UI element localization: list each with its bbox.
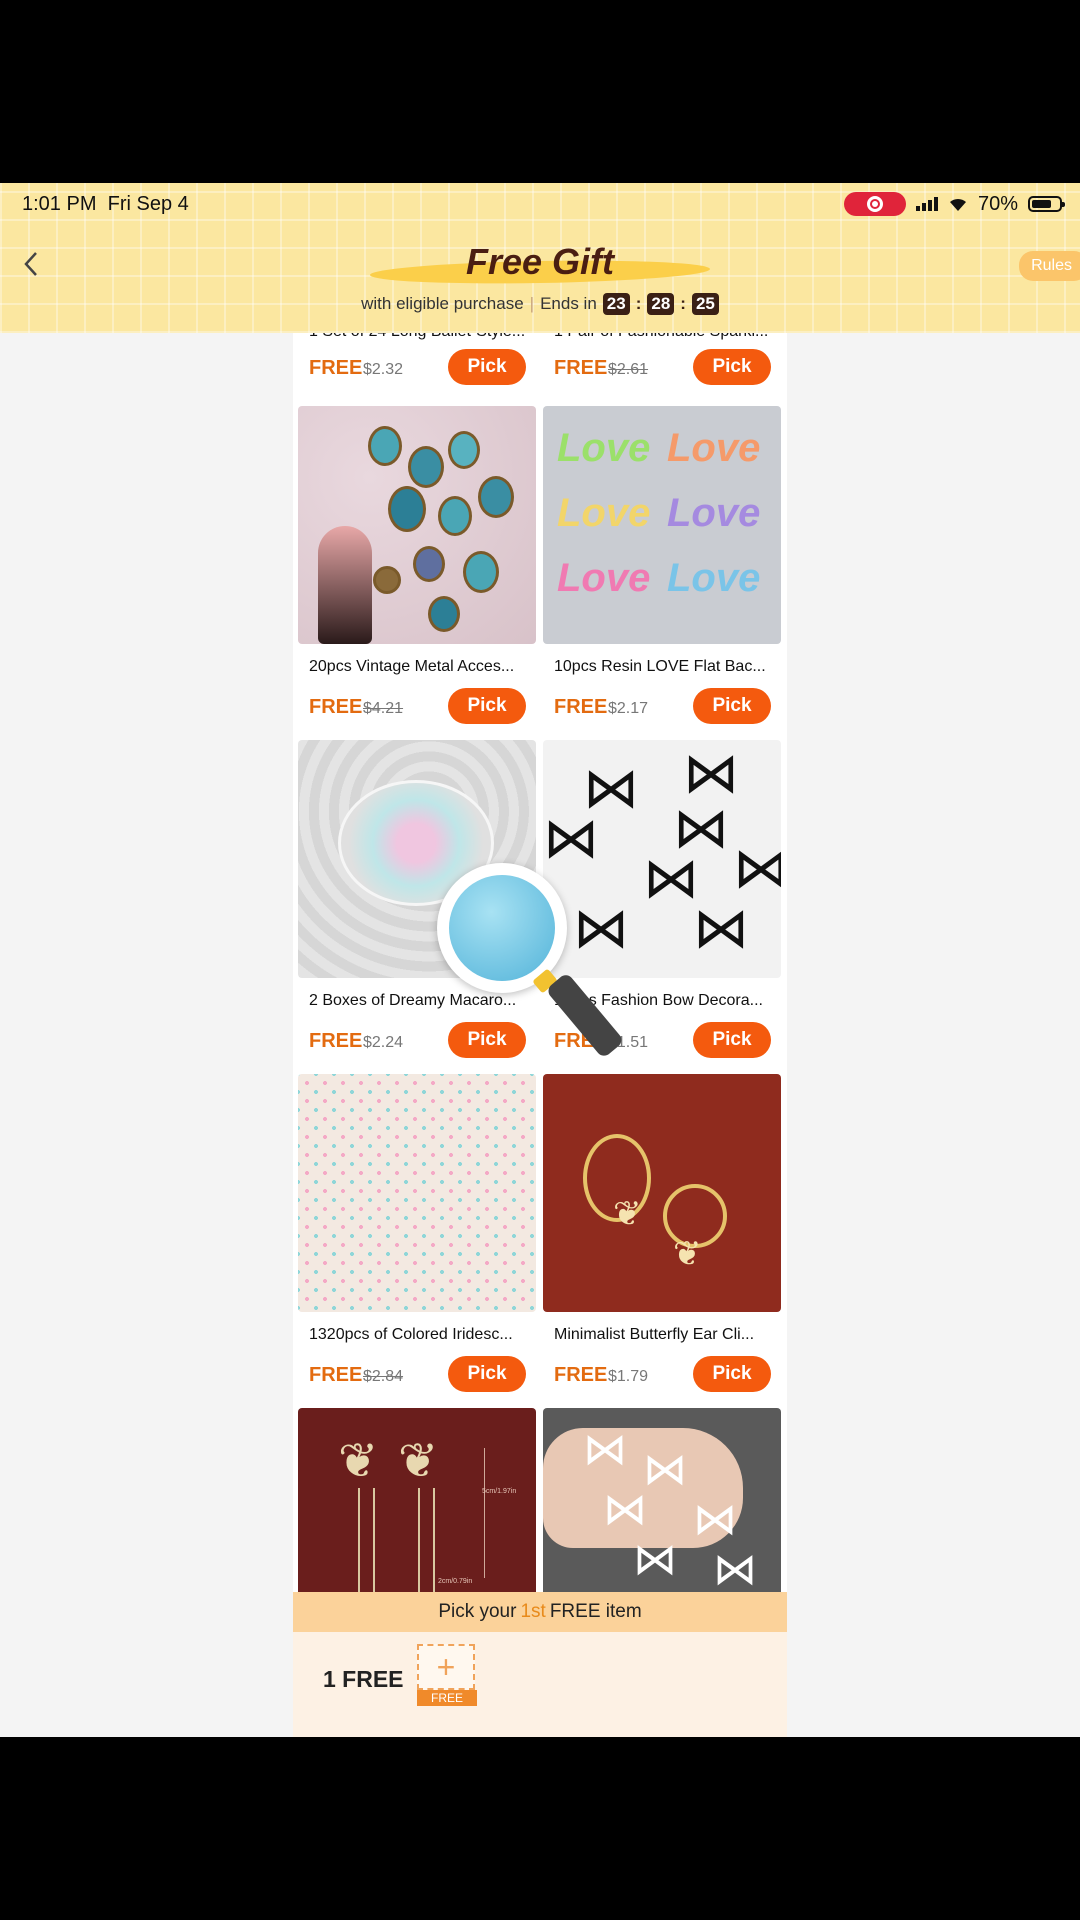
product-image[interactable]: ⋈ ⋈ ⋈ ⋈ ⋈ ⋈ ⋈ ⋈ xyxy=(543,740,781,978)
magnifier-icon[interactable] xyxy=(437,863,625,1063)
free-label: FREE xyxy=(309,1364,363,1386)
dimension-label: 2cm/0.79in xyxy=(438,1578,473,1585)
page-title-wrap: Free Gift xyxy=(369,241,711,286)
selection-panel: 1 FREE + FREE xyxy=(293,1632,787,1737)
product-name: 1320pcs of Colored Iridesc... xyxy=(309,1326,513,1343)
original-price: $2.84 xyxy=(363,1368,404,1385)
timer-minutes: 28 xyxy=(647,293,675,315)
battery-percent: 70% xyxy=(977,192,1018,215)
product-card[interactable]: ❦ ❦ Minimalist Butterfly Ear Cli... FREE… xyxy=(543,1074,781,1392)
free-label: FREE xyxy=(554,1364,608,1386)
dimension-label: 5cm/1.97in xyxy=(482,1488,517,1495)
product-image[interactable]: ❦ ❦ xyxy=(543,1074,781,1312)
original-price: $2.32 xyxy=(363,361,404,378)
product-image[interactable]: Love Love Love Love Love Love xyxy=(543,406,781,644)
pick-banner: Pick your 1st FREE item xyxy=(293,1592,787,1632)
wifi-icon xyxy=(949,198,966,211)
header-subtitle: with eligible purchase | Ends in 23 : 28… xyxy=(0,293,1080,315)
free-count: 1 FREE xyxy=(323,1666,404,1692)
original-price: $2.61 xyxy=(608,361,649,378)
free-label: FREE xyxy=(309,1030,363,1052)
rules-button[interactable]: Rules xyxy=(1019,251,1080,281)
product-card[interactable]: 1320pcs of Colored Iridesc... FREE $2.84… xyxy=(298,1074,536,1392)
product-card[interactable]: Love Love Love Love Love Love 10pcs Resi… xyxy=(543,406,781,724)
free-label: FREE xyxy=(554,357,608,379)
pick-button[interactable]: Pick xyxy=(693,349,771,385)
divider: | xyxy=(529,294,535,313)
battery-icon xyxy=(1028,196,1065,212)
pick-button[interactable]: Pick xyxy=(693,1356,771,1392)
pick-button[interactable]: Pick xyxy=(448,1356,526,1392)
product-card[interactable]: ⋈ ⋈ ⋈ ⋈ ⋈ ⋈ ⋈ ⋈ 10pcs Fashion Bow Decora… xyxy=(543,740,781,1058)
chevron-left-icon xyxy=(24,252,37,276)
pick-button[interactable]: Pick xyxy=(693,688,771,724)
pick-button[interactable]: Pick xyxy=(693,1022,771,1058)
pick-button[interactable]: Pick xyxy=(448,688,526,724)
free-label: FREE xyxy=(309,357,363,379)
cellular-signal-icon xyxy=(915,197,938,211)
timer-seconds: 25 xyxy=(691,293,719,315)
slot-free-label: FREE xyxy=(417,1690,477,1706)
back-button[interactable] xyxy=(16,249,46,279)
free-label: FREE xyxy=(554,696,608,718)
screen-record-icon xyxy=(843,192,906,216)
product-name: 10pcs Resin LOVE Flat Bac... xyxy=(554,658,766,675)
product-image[interactable] xyxy=(298,1074,536,1312)
original-price: $2.17 xyxy=(608,700,649,717)
original-price: $2.24 xyxy=(363,1034,404,1051)
status-time: 1:01 PM Fri Sep 4 xyxy=(22,193,189,215)
add-gift-slot[interactable]: + xyxy=(417,1644,475,1690)
product-card[interactable]: 20pcs Vintage Metal Acces... FREE $4.21 … xyxy=(298,406,536,724)
free-label: FREE xyxy=(309,696,363,718)
pick-button[interactable]: Pick xyxy=(448,349,526,385)
original-price: $1.79 xyxy=(608,1368,649,1385)
app-screen: 1:01 PM Fri Sep 4 70% Free Gift with eli… xyxy=(0,183,1080,1737)
product-name: Minimalist Butterfly Ear Cli... xyxy=(554,1326,755,1343)
ends-in-label: Ends in xyxy=(540,294,597,313)
original-price: $4.21 xyxy=(363,700,404,717)
page-title: Free Gift xyxy=(465,241,615,282)
status-icons: 70% xyxy=(843,192,1065,216)
header: 1:01 PM Fri Sep 4 70% Free Gift with eli… xyxy=(0,183,1080,333)
product-image[interactable] xyxy=(298,406,536,644)
product-name: 20pcs Vintage Metal Acces... xyxy=(309,658,515,675)
timer-hours: 23 xyxy=(602,293,630,315)
eligible-text: with eligible purchase xyxy=(361,294,524,313)
plus-icon: + xyxy=(436,1648,456,1685)
